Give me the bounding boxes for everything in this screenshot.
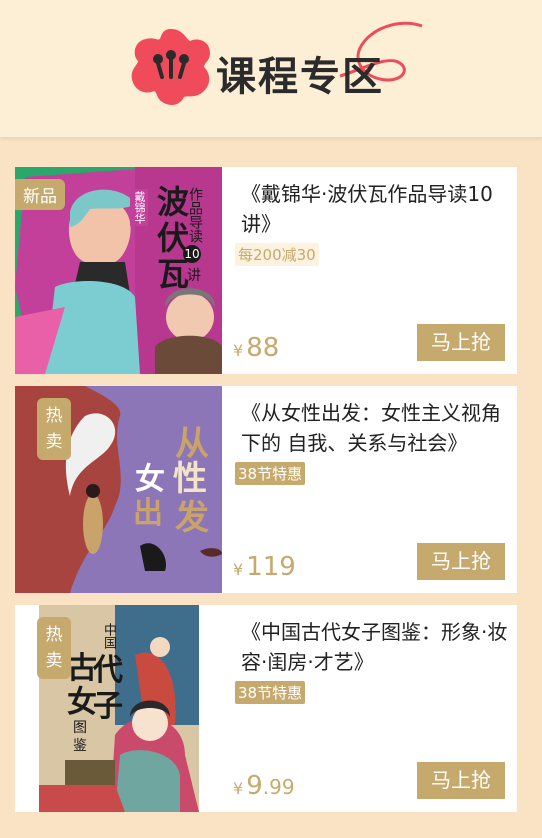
- price: ¥9.99: [233, 771, 295, 801]
- buy-now-button[interactable]: 马上抢: [417, 543, 505, 580]
- cover-number-text: 10: [183, 245, 201, 263]
- new-badge: 新品: [15, 179, 65, 210]
- course-title[interactable]: 《中国古代女子图鉴：形象·妆容·闺房·才艺》: [241, 617, 509, 677]
- cover-char-4: 子: [93, 689, 123, 724]
- promo-tag: 38节特惠: [235, 681, 306, 704]
- price-amount: 119: [246, 552, 296, 582]
- promo-tag: 38节特惠: [235, 462, 306, 485]
- course-title[interactable]: 《从女性出发：女性主义视角下的 自我、关系与社会》: [241, 398, 509, 458]
- page-title: 课程专区: [216, 54, 384, 100]
- cover-sub-1: 图: [73, 720, 87, 736]
- price-amount: 88: [246, 333, 280, 363]
- price-decimal: .99: [262, 775, 295, 799]
- currency-symbol: ¥: [233, 779, 244, 798]
- price-amount: 9: [246, 771, 263, 801]
- price: ¥88: [233, 333, 279, 363]
- flower-icon: [131, 29, 210, 105]
- course-title[interactable]: 《戴锦华·波伏瓦作品导读10讲》: [241, 179, 509, 239]
- cover-subtitle-text: 作品导读: [187, 187, 203, 243]
- hot-badge: 热卖: [37, 617, 71, 679]
- hot-badge: 热卖: [37, 398, 71, 460]
- buy-now-button[interactable]: 马上抢: [417, 762, 505, 799]
- cover-char-5: 发: [175, 498, 209, 538]
- cover-char-4: 出: [133, 496, 163, 531]
- price: ¥119: [233, 552, 296, 582]
- course-card[interactable]: 波伏瓦 作品导读 10 讲 戴锦华 新品 《戴锦华·波伏瓦作品导读10讲》 每2…: [15, 167, 517, 374]
- course-card[interactable]: 中国 古 代 女 子 图 鉴 热卖 《中国古代女子图鉴：形象·妆容·闺房·才艺》…: [15, 605, 517, 812]
- cover-sub-2: 鉴: [73, 738, 87, 754]
- cover-author-text: 戴锦华: [130, 189, 148, 226]
- cover-unit-text: 讲: [187, 268, 201, 284]
- currency-symbol: ¥: [233, 341, 244, 360]
- buy-now-button[interactable]: 马上抢: [417, 324, 505, 361]
- promo-tag: 每200减30: [235, 243, 319, 266]
- currency-symbol: ¥: [233, 560, 244, 579]
- section-header: 课程专区: [0, 0, 542, 137]
- course-card[interactable]: 从 女 性 出 发 热卖 《从女性出发：女性主义视角下的 自我、关系与社会》 3…: [15, 386, 517, 593]
